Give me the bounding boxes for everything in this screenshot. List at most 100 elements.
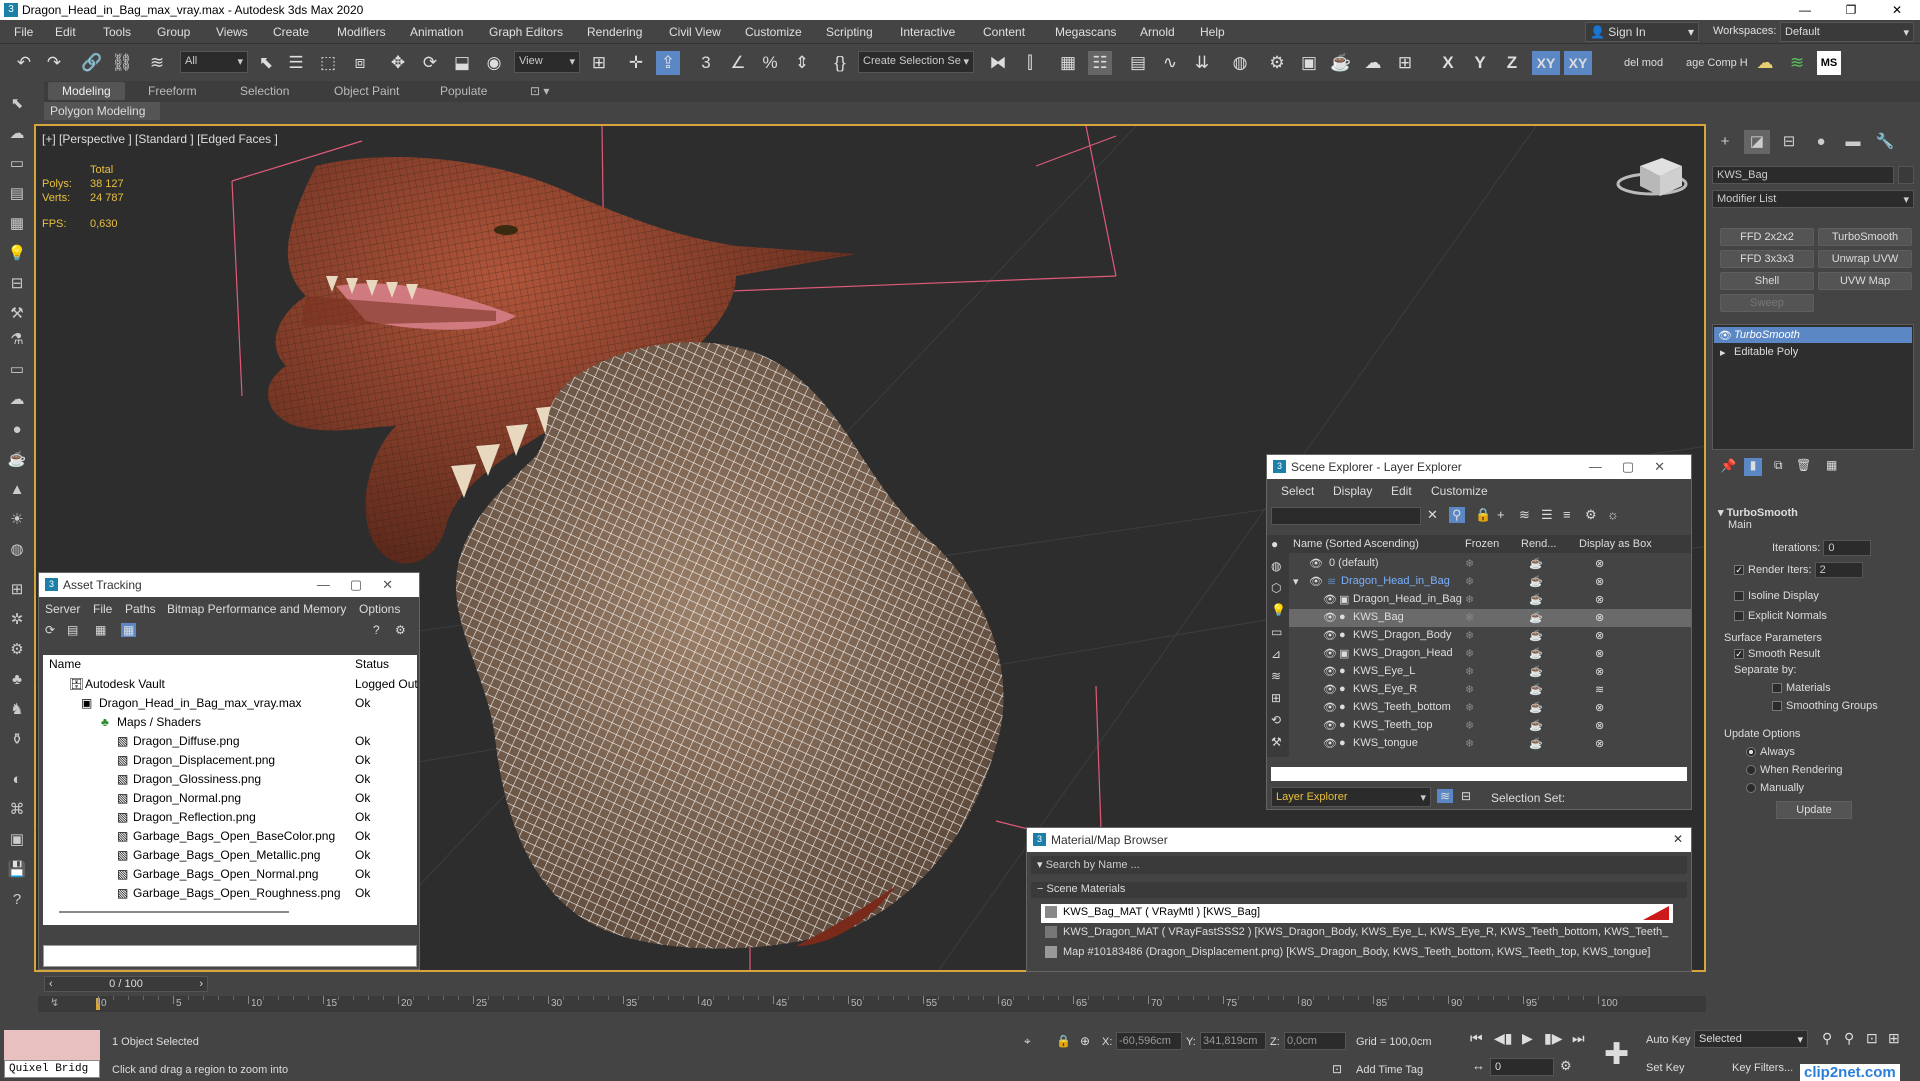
unlink-icon[interactable]: ⛓ [110, 51, 134, 75]
sphere-icon[interactable]: ◍ [5, 538, 29, 562]
eye-icon[interactable]: 👁 [1718, 329, 1732, 342]
motion-tab-icon[interactable]: ● [1808, 130, 1834, 154]
comp-help-button[interactable]: age Comp Hel [1686, 57, 1748, 69]
zoom-extents-icon[interactable]: ⊡ [1866, 1030, 1878, 1047]
smoothing-groups-checkbox[interactable] [1772, 701, 1782, 712]
y-coordinate-field[interactable]: 341,819cm [1200, 1032, 1266, 1050]
key-mode-dropdown[interactable]: Selected ▾ [1694, 1030, 1808, 1048]
frozen-icon[interactable]: ❄ [1465, 575, 1474, 588]
menu-file[interactable]: File [14, 25, 33, 39]
menu-display[interactable]: Display [1333, 484, 1372, 498]
table-view-icon[interactable]: ▦ [121, 623, 137, 637]
remove-modifier-icon[interactable]: 🗑 [1796, 458, 1811, 472]
teapot-icon[interactable]: ☕ [1529, 737, 1543, 750]
keyboard-shortcut-override-icon[interactable]: ⇪ [656, 51, 680, 75]
material-row[interactable]: Map #10183486 (Dragon_Displacement.png) … [1041, 944, 1673, 963]
list-item[interactable]: 👁 ● KWS_Teeth_top ❄ ☕ ⊗ [1289, 717, 1691, 735]
stack-item-editable-poly[interactable]: ▸ Editable Poly [1714, 344, 1912, 360]
materials-checkbox[interactable] [1772, 683, 1782, 694]
scene-explorer-icon[interactable]: ▦ [1056, 51, 1080, 75]
menu-content[interactable]: Content [983, 25, 1025, 39]
utilities-tab-icon[interactable]: 🔧 [1872, 130, 1898, 154]
eye-icon[interactable]: 👁 [1323, 647, 1337, 660]
column-name[interactable]: Name (Sorted Ascending) [1293, 538, 1419, 550]
turbosmooth-rollout-title[interactable]: ▾ TurboSmooth [1712, 506, 1914, 519]
tab-object-paint[interactable]: Object Paint [320, 82, 413, 100]
select-icon[interactable]: ⬉ [5, 92, 29, 116]
box-icon[interactable]: ≋ [1595, 683, 1604, 696]
tab-modeling[interactable]: Modeling [48, 82, 125, 100]
teapot-icon[interactable]: ☕ [1529, 719, 1543, 732]
modify-tab-icon[interactable]: ◪ [1744, 130, 1770, 154]
selection-set-icon[interactable]: ⊟ [1461, 789, 1471, 803]
table-row[interactable]: ▧ Garbage_Bags_Open_BaseColor.png Ok [43, 827, 417, 846]
layout-grid-icon[interactable]: ▤ [5, 182, 29, 206]
frozen-icon[interactable]: ❄ [1465, 665, 1474, 678]
mirror-icon[interactable]: ⧓ [986, 51, 1010, 75]
script-icon[interactable]: ⌘ [5, 798, 29, 822]
panel-polygon-modeling[interactable]: Polygon Modeling [44, 102, 160, 120]
go-to-start-icon[interactable]: ⏮ [1470, 1030, 1483, 1047]
teapot-icon[interactable]: ☕ [1529, 557, 1543, 570]
frozen-icon[interactable]: ❄ [1465, 629, 1474, 642]
undo-icon[interactable]: ↶ [12, 51, 36, 75]
table-row[interactable]: ▧ Dragon_Displacement.png Ok [43, 751, 417, 770]
list-item[interactable]: 👁 ● KWS_Dragon_Body ❄ ☕ ⊗ [1289, 627, 1691, 645]
menu-arnold[interactable]: Arnold [1140, 25, 1175, 39]
frozen-icon[interactable]: ❄ [1465, 719, 1474, 732]
eye-icon[interactable]: 👁 [1323, 629, 1337, 642]
list-item[interactable]: 👁 0 (default) ❄ ☕ ⊗ [1289, 555, 1691, 573]
render-grid-icon[interactable]: ⊞ [1393, 51, 1417, 75]
scene-materials-header[interactable]: − Scene Materials [1031, 882, 1687, 898]
display-all-icon[interactable]: ● [1271, 537, 1278, 551]
close-icon[interactable]: ✕ [1673, 832, 1683, 846]
rotate-icon[interactable]: ⟳ [418, 51, 442, 75]
spinner-snap-icon[interactable]: ⇕ [790, 51, 814, 75]
menu-interactive[interactable]: Interactive [900, 25, 955, 39]
viewport-layout-icon[interactable]: ▭ [5, 152, 29, 176]
cloud-icon[interactable]: ☁ [1753, 51, 1777, 75]
smooth-result-checkbox[interactable]: ✓ [1734, 649, 1744, 660]
material-browser-titlebar[interactable]: 3 Material/Map Browser ✕ [1027, 828, 1691, 852]
box-icon[interactable]: ⊗ [1595, 719, 1604, 732]
eye-icon[interactable]: 👁 [1323, 611, 1337, 624]
scene-explorer-hscroll[interactable] [1271, 767, 1687, 781]
menu-bitmap-performance[interactable]: Bitmap Performance and Memory [167, 602, 346, 616]
zoom-extents-all-icon[interactable]: ⊞ [1888, 1030, 1900, 1047]
groups-icon[interactable]: ⊞ [1271, 691, 1281, 705]
hierarchy-tab-icon[interactable]: ⊟ [1776, 130, 1802, 154]
eye-icon[interactable]: 👁 [1323, 683, 1337, 696]
tab-selection[interactable]: Selection [226, 82, 303, 100]
teapot-icon[interactable]: ☕ [1529, 593, 1543, 606]
eye-icon[interactable]: 👁 [1323, 737, 1337, 750]
eye-icon[interactable]: 👁 [1323, 719, 1337, 732]
menu-file[interactable]: File [93, 602, 112, 616]
render-iters-spinner[interactable]: 2 [1814, 562, 1863, 578]
manually-radio[interactable] [1746, 783, 1756, 794]
filter-icon[interactable]: ⚲ [1449, 507, 1465, 523]
eye-icon[interactable]: 👁 [1309, 575, 1323, 588]
window-controls[interactable]: —▢✕ [317, 577, 413, 593]
always-radio[interactable] [1746, 747, 1756, 758]
tab-populate[interactable]: Populate [426, 82, 501, 100]
table-row[interactable]: ▣ Dragon_Head_in_Bag_max_vray.max Ok [43, 694, 417, 713]
menu-group[interactable]: Group [157, 25, 190, 39]
save-icon[interactable]: 💾 [5, 858, 29, 882]
column-renderable[interactable]: Rend... [1521, 538, 1556, 550]
schematic-view-icon[interactable]: ⇊ [1190, 51, 1214, 75]
collapse-icon[interactable]: ▾ [1293, 575, 1299, 588]
teapot-icon[interactable]: ☕ [1529, 629, 1543, 642]
teapot-icon[interactable]: ☕ [1529, 575, 1543, 588]
layers-icon[interactable]: ⊟ [5, 272, 29, 296]
layers-icon[interactable]: ≋ [1437, 789, 1454, 803]
cone-icon[interactable]: ▲ [5, 478, 29, 502]
menu-paths[interactable]: Paths [125, 602, 156, 616]
menu-options[interactable]: Options [359, 602, 400, 616]
box-icon[interactable]: ⊗ [1595, 593, 1604, 606]
shapes-icon[interactable]: ⬡ [1271, 581, 1281, 595]
list-item[interactable]: 👁 ● KWS_Eye_L ❄ ☕ ⊗ [1289, 663, 1691, 681]
when-rendering-radio[interactable] [1746, 765, 1756, 776]
set-key-icon[interactable]: ✚ [1604, 1040, 1629, 1070]
maxscript-listener[interactable] [4, 1030, 100, 1060]
sun-icon[interactable]: ☀ [5, 508, 29, 532]
